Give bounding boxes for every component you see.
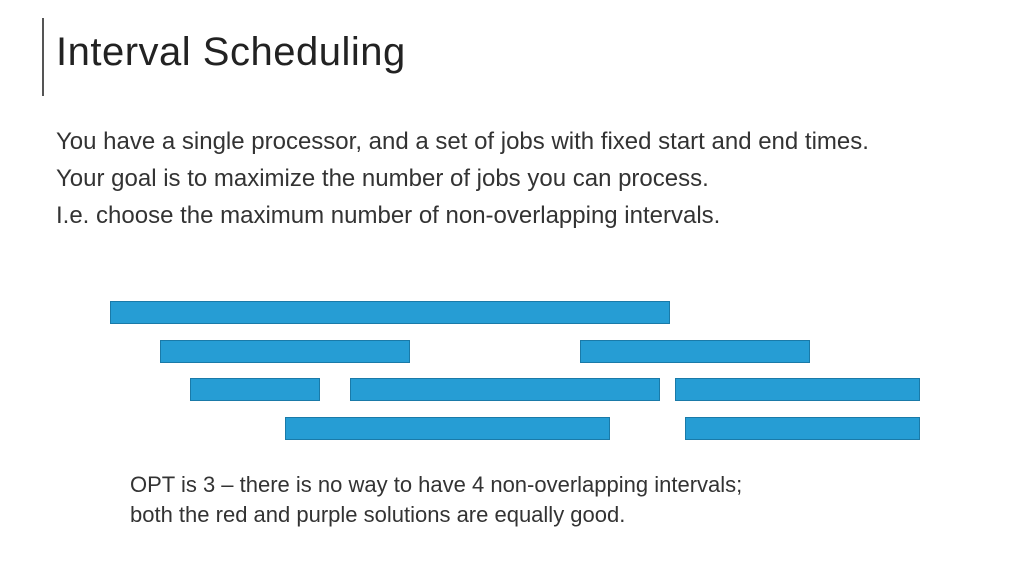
opt-caption: OPT is 3 – there is no way to have 4 non… xyxy=(130,470,930,529)
interval-chart xyxy=(110,293,950,448)
interval-bar xyxy=(350,378,660,401)
body-paragraph: I.e. choose the maximum number of non-ov… xyxy=(56,200,976,231)
body-paragraph: You have a single processor, and a set o… xyxy=(56,126,976,157)
caption-line: OPT is 3 – there is no way to have 4 non… xyxy=(130,472,742,497)
interval-bar xyxy=(190,378,320,401)
body-text-block: You have a single processor, and a set o… xyxy=(56,126,976,238)
interval-bar xyxy=(285,417,610,440)
slide-title: Interval Scheduling xyxy=(56,30,406,75)
interval-bar xyxy=(685,417,920,440)
interval-bar xyxy=(160,340,410,363)
interval-bar xyxy=(110,301,670,324)
interval-bar xyxy=(580,340,810,363)
interval-bar xyxy=(675,378,920,401)
title-accent-bar xyxy=(42,18,44,96)
caption-line: both the red and purple solutions are eq… xyxy=(130,502,625,527)
body-paragraph: Your goal is to maximize the number of j… xyxy=(56,163,976,194)
